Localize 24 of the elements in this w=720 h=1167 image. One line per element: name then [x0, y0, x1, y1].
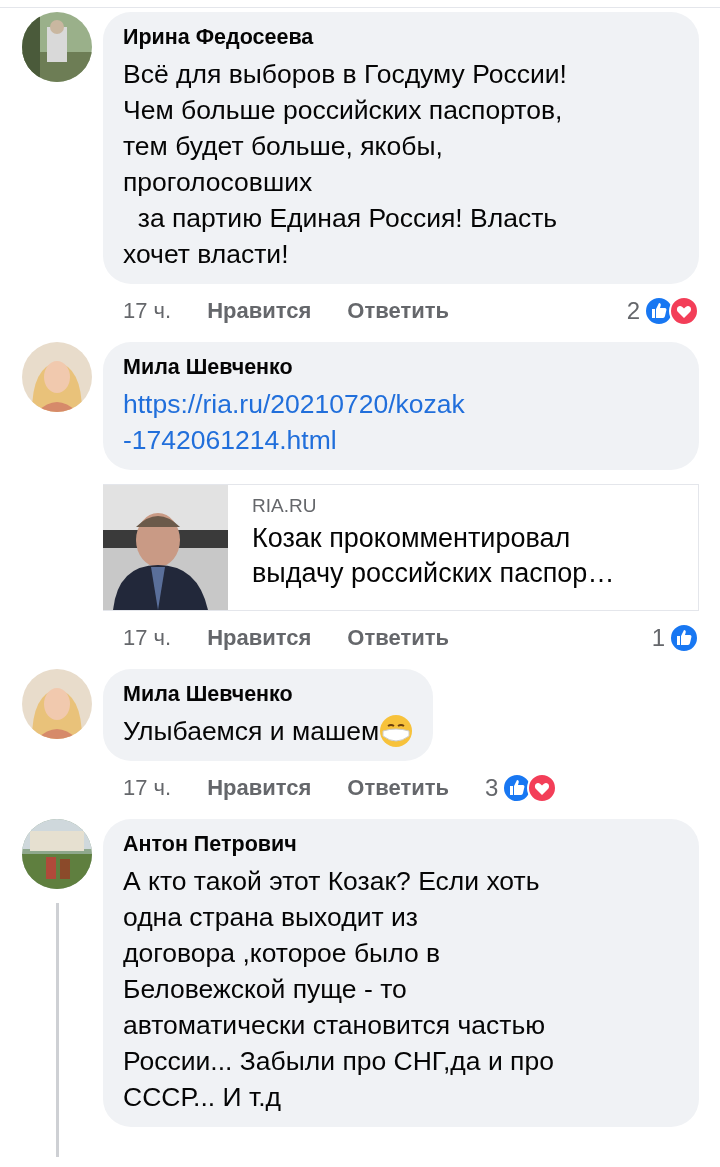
preview-title: Козак прокомментировал выдачу российских паспор… — [252, 522, 615, 590]
like-button[interactable]: Нравится — [207, 625, 312, 651]
like-button[interactable]: Нравится — [207, 298, 312, 324]
comment-link[interactable]: https://ria.ru/20210720/kozak -1742061214.html — [123, 386, 465, 458]
reaction-count: 2 — [626, 297, 640, 325]
comment-text: Всё для выборов в Госдуму России! Чем больше российских паспортов, тем будет больше, якобы, проголосовших за партию Единая Россия! Власть хочет власти! — [123, 58, 567, 271]
reply-button[interactable]: Ответить — [347, 775, 449, 801]
comment-text: Улыбаемся и машем — [123, 715, 380, 748]
comment-time: 17 ч. — [123, 298, 172, 324]
author-name: Мила Шевченко — [123, 681, 294, 708]
comment-time: 17 ч. — [123, 625, 172, 651]
comment-text: А кто такой этот Козак? Если хоть одна страна выходит из договора ,которое было в Беловежской пуще - то автоматически становится частью России... Забыли про СНГ,да и про СССР... И т.д — [123, 865, 554, 1114]
author-name: Ирина Федосеева — [123, 24, 315, 51]
author-name: Мила Шевченко — [123, 354, 294, 381]
like-button[interactable]: Нравится — [207, 775, 312, 801]
comment-time: 17 ч. — [123, 775, 172, 801]
reaction-count: 1 — [651, 624, 665, 652]
reply-button[interactable]: Ответить — [347, 298, 449, 324]
author-name: Антон Петрович — [123, 831, 298, 858]
preview-source: RIA.RU — [252, 495, 318, 517]
link-preview[interactable]: RIA.RU Козак прокомментировал выдачу российских паспор… — [103, 484, 699, 611]
reply-button[interactable]: Ответить — [347, 625, 449, 651]
mask-face-emoji-icon — [379, 714, 414, 748]
reaction-count: 3 — [485, 774, 499, 802]
